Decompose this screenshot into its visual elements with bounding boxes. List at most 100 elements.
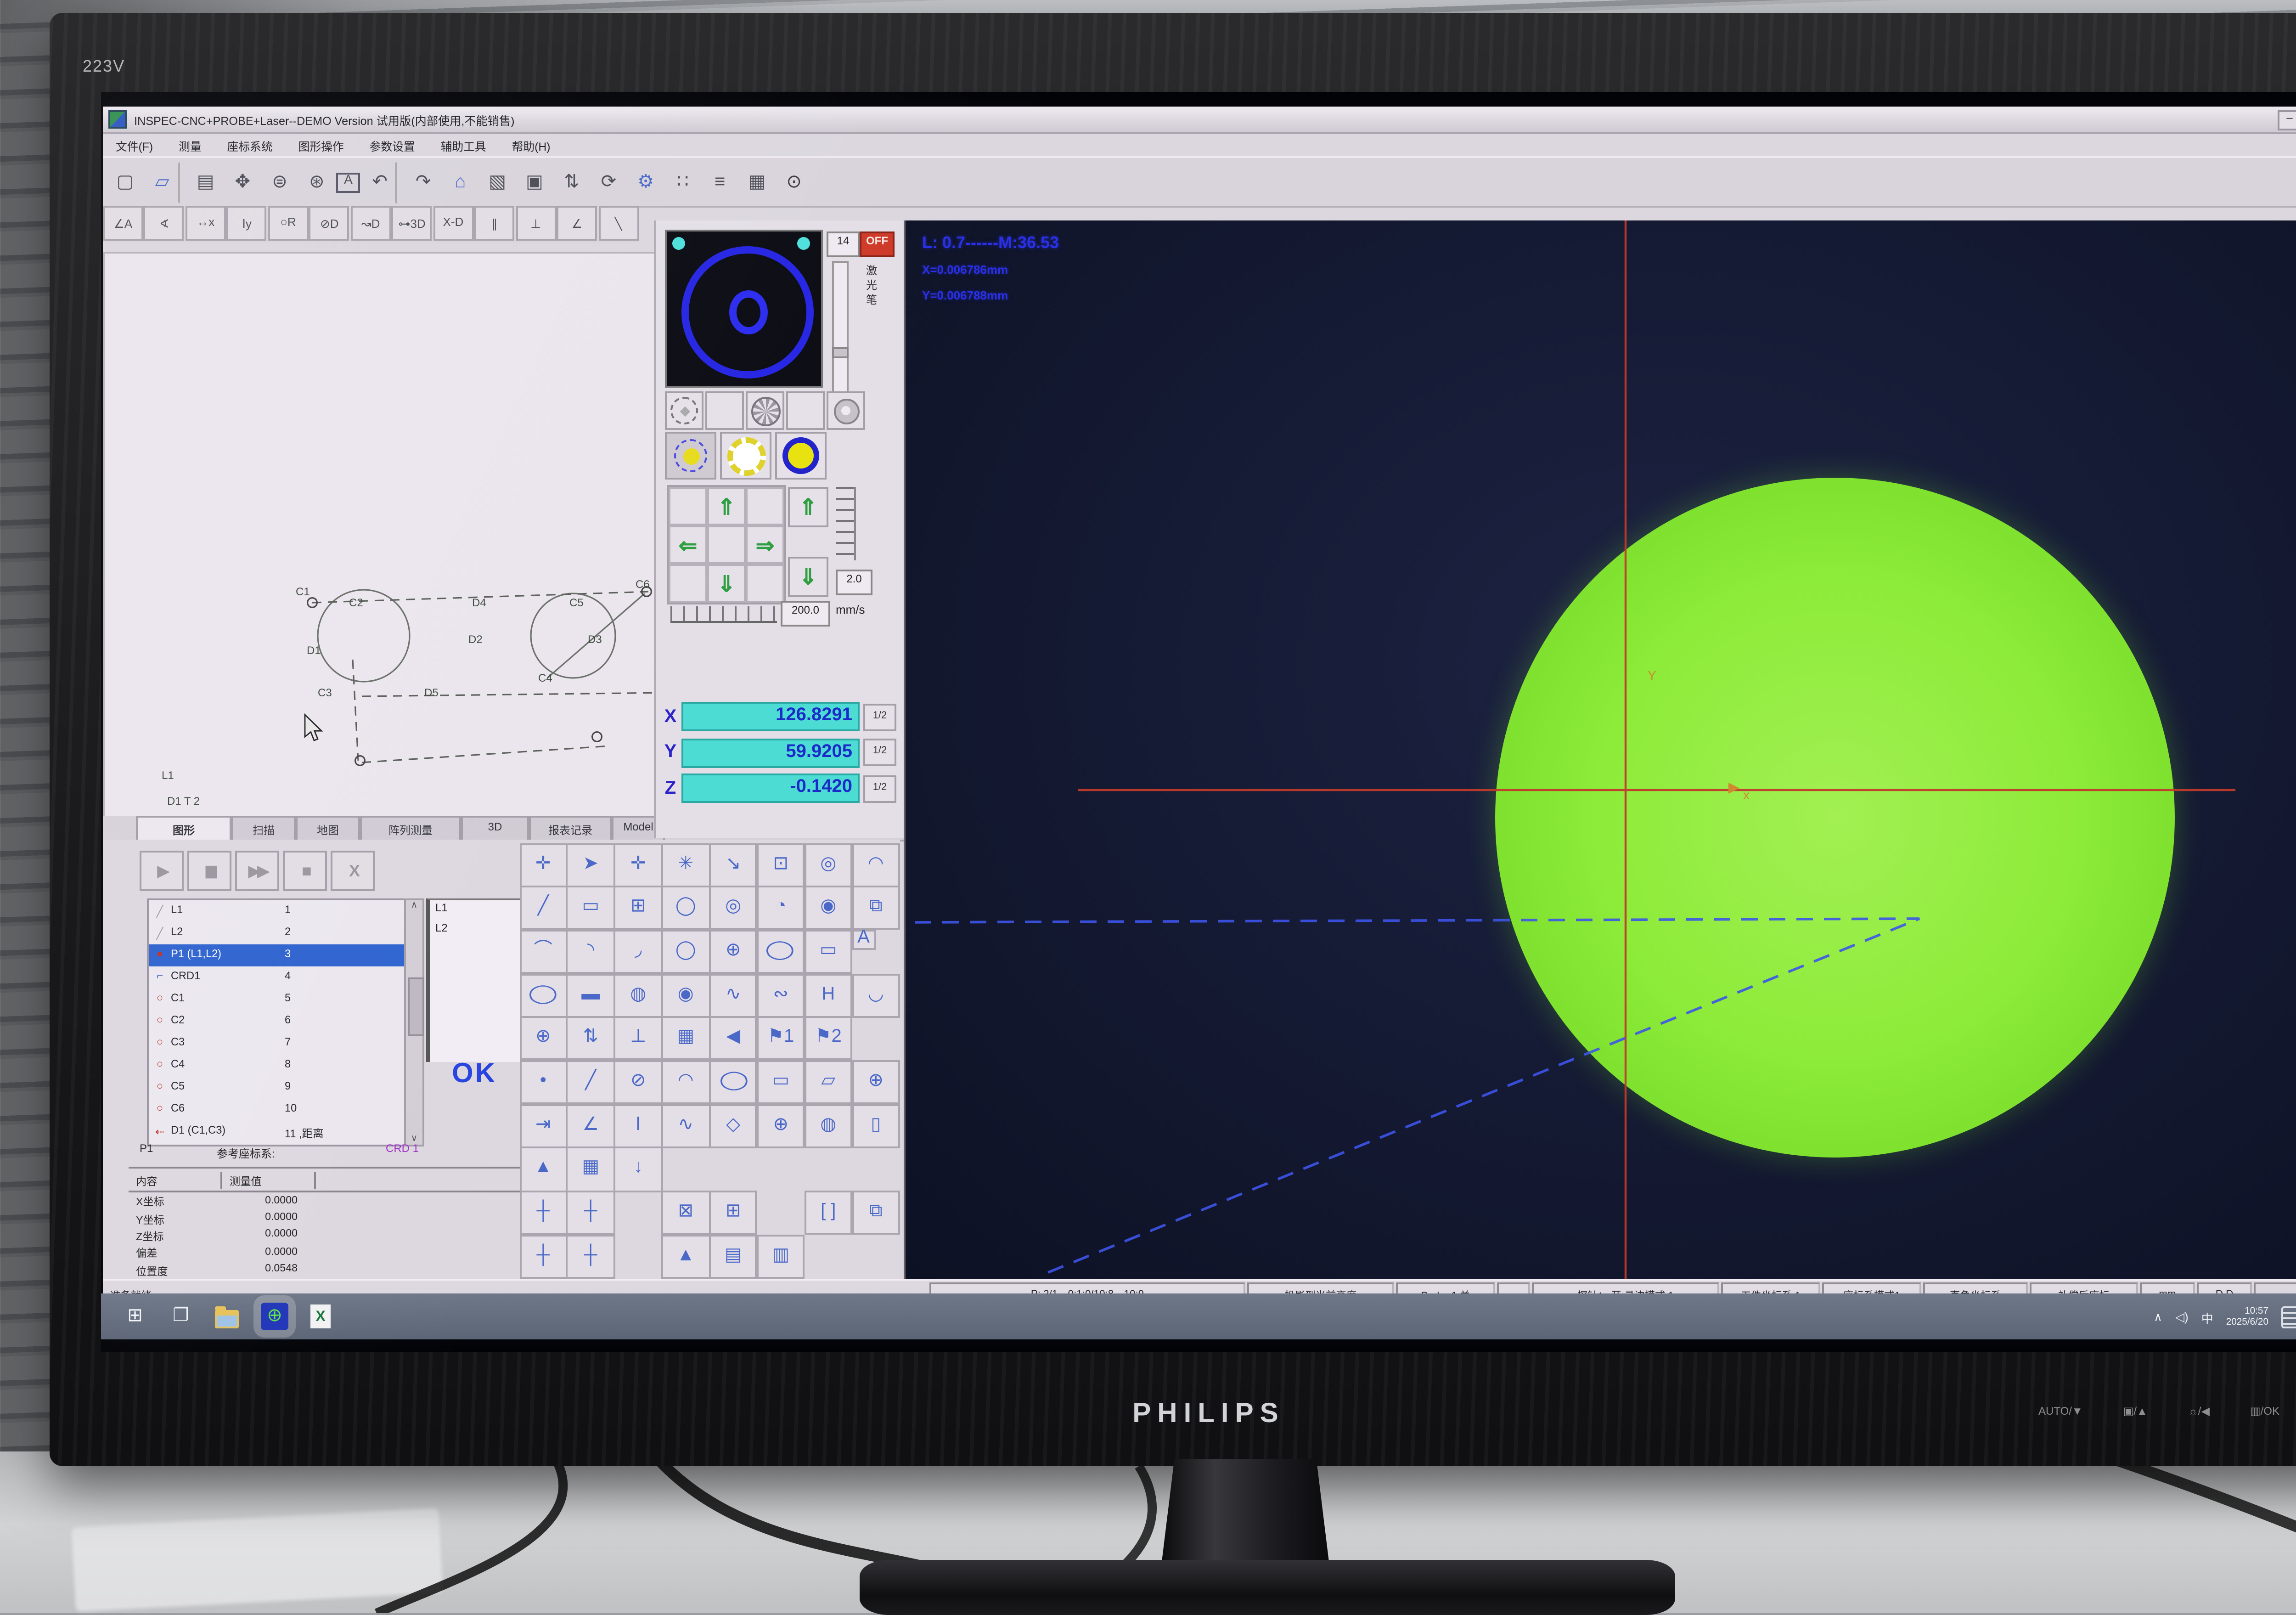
vision-view[interactable]: L: 0.7------M:36.53 X=0.006786mm Y=0.006… — [904, 220, 2296, 1279]
z-step-slider[interactable] — [836, 487, 856, 560]
measure-tool-button[interactable]: ○R — [268, 206, 309, 241]
function-button[interactable]: ◇ — [709, 1104, 758, 1148]
measure-tool-button[interactable]: X-D — [433, 206, 473, 241]
menu-item[interactable]: 辅助工具 — [428, 137, 499, 153]
task-view-button[interactable]: ❐ — [169, 1304, 193, 1328]
home-icon[interactable]: ⌂ — [443, 161, 478, 203]
function-button[interactable]: ⊡ — [757, 842, 805, 887]
function-button[interactable]: ✳ — [662, 842, 710, 887]
redo-icon[interactable]: ↷ — [406, 161, 441, 203]
P1 (L1,L2)[interactable]: ● P1 (L1,L2) 3 — [149, 944, 406, 966]
function-button[interactable]: ◠ — [852, 842, 900, 887]
function-button[interactable]: ▦ — [662, 1016, 710, 1061]
function-button[interactable]: ╱ — [519, 886, 568, 931]
scroll-down-icon[interactable]: ∨ — [406, 1134, 422, 1145]
function-button[interactable]: ┼ — [567, 1191, 615, 1235]
refresh-icon[interactable]: ⟳ — [591, 161, 626, 203]
measure-tool-button[interactable]: ⊘D — [309, 206, 349, 241]
function-button[interactable]: ⊕ — [757, 1104, 805, 1148]
measure-tool-button[interactable]: ∥ — [474, 206, 515, 241]
jog-down-button[interactable]: ⇓ — [707, 564, 746, 603]
function-button[interactable]: ▬ — [567, 973, 615, 1017]
L1[interactable]: ╱ L1 1 — [149, 900, 406, 922]
menu-item[interactable]: 座标系统 — [214, 137, 286, 153]
function-button[interactable]: ┼ — [567, 1234, 615, 1279]
image-icon[interactable]: ▣ — [517, 161, 552, 203]
function-button[interactable]: ∠ — [567, 1104, 615, 1148]
function-button[interactable]: ◎ — [804, 842, 853, 887]
tray-clock[interactable]: 10:572025/6/20 — [2226, 1305, 2268, 1327]
ring-light-icon[interactable] — [665, 391, 703, 430]
save-icon[interactable]: ▤ — [188, 161, 223, 203]
function-button[interactable]: ▱ — [804, 1060, 853, 1105]
monitor-button-label[interactable]: ▥/OK — [2250, 1406, 2279, 1418]
measure-tool-button[interactable]: ↝D — [350, 206, 391, 241]
function-button[interactable]: ⇅ — [567, 1016, 615, 1061]
speed-slider[interactable] — [670, 606, 777, 623]
function-button[interactable]: ◍ — [614, 973, 663, 1017]
function-button[interactable]: ▭ — [804, 930, 853, 974]
settings-gear-icon[interactable]: ⚙ — [628, 161, 663, 203]
function-button[interactable]: ⊞ — [614, 886, 663, 931]
view-tab[interactable]: 3D — [461, 816, 529, 840]
list-icon[interactable]: ≡ — [703, 161, 737, 203]
zoom-icon[interactable]: ⊜ — [262, 161, 297, 203]
measure-tool-button[interactable]: ⊥ — [516, 206, 556, 241]
function-button[interactable]: ◯ — [757, 930, 805, 974]
menu-item[interactable]: 图形操作 — [286, 137, 357, 153]
light-slot-icon[interactable] — [705, 391, 744, 430]
scroll-thumb[interactable] — [407, 977, 423, 1036]
monitor-button-label[interactable]: AUTO/▼ — [2038, 1406, 2083, 1417]
function-button[interactable]: ↓ — [614, 1147, 663, 1191]
function-button[interactable]: ◠ — [662, 1060, 710, 1105]
notification-icon[interactable]: 2 — [2281, 1305, 2296, 1327]
function-button[interactable]: ⧉ — [852, 1191, 900, 1235]
measure-tool-button[interactable]: ↔x — [186, 206, 226, 241]
function-button[interactable]: ◯ — [709, 1060, 758, 1105]
jog-up-button[interactable]: ⇑ — [707, 487, 746, 525]
function-button[interactable]: A — [852, 930, 876, 950]
coax-light-icon[interactable] — [827, 391, 865, 430]
function-button[interactable]: ⊕ — [709, 930, 758, 974]
function-button[interactable]: ⚑1 — [757, 1016, 805, 1061]
C2[interactable]: ○ C2 6 — [149, 1011, 406, 1033]
function-button[interactable]: ⊘ — [614, 1060, 663, 1105]
C4[interactable]: ○ C4 8 — [149, 1055, 406, 1077]
function-button[interactable]: ✛ — [519, 842, 568, 887]
function-button[interactable]: • — [519, 1060, 568, 1105]
monitor-button-label[interactable]: ☼/◀ — [2188, 1406, 2210, 1418]
open-folder-icon[interactable]: ▱ — [145, 161, 180, 203]
speed-value[interactable]: 200.0 — [781, 601, 830, 627]
z-step-value[interactable]: 2.0 — [836, 570, 872, 595]
measure-tool-button[interactable]: ∢ — [144, 206, 185, 241]
grid-icon[interactable]: ∷ — [665, 161, 700, 203]
new-file-icon[interactable]: ▢ — [107, 161, 142, 203]
segment-light-icon[interactable] — [746, 391, 784, 430]
function-button[interactable]: ◝ — [567, 930, 615, 974]
marquee-icon[interactable]: ▧ — [480, 161, 515, 203]
function-button[interactable]: ⊥ — [614, 1016, 663, 1061]
ime-indicator[interactable]: 中 — [2201, 1307, 2213, 1326]
C1[interactable]: ○ C1 5 — [149, 988, 406, 1011]
function-button[interactable]: ▲ — [519, 1147, 568, 1191]
dro-half-button[interactable]: 1/2 — [863, 703, 896, 730]
menu-item[interactable]: 帮助(H) — [499, 137, 563, 153]
function-button[interactable]: ▥ — [757, 1234, 805, 1279]
function-button[interactable]: ◡ — [852, 973, 900, 1017]
function-button[interactable]: ⇥ — [519, 1104, 568, 1148]
view-tab[interactable]: 地图 — [296, 816, 360, 840]
function-button[interactable]: H — [804, 973, 853, 1017]
function-button[interactable]: ▯ — [852, 1104, 900, 1148]
C6[interactable]: ○ C6 10 — [149, 1099, 406, 1121]
function-button[interactable]: ∿ — [709, 973, 758, 1017]
tray-chevron-icon[interactable]: ∧ — [2154, 1309, 2162, 1324]
jog-z-up-button[interactable]: ⇑ — [788, 487, 828, 527]
function-button[interactable]: ▭ — [567, 886, 615, 931]
view-tab[interactable]: 扫描 — [231, 816, 296, 840]
view-tab[interactable]: 阵列测量 — [360, 816, 461, 840]
function-button[interactable]: ✛ — [614, 842, 663, 887]
function-button[interactable]: ◉ — [662, 973, 710, 1017]
pause-button[interactable]: ▮▮ — [187, 851, 231, 891]
function-button[interactable]: ⊕ — [519, 1016, 568, 1061]
inspec-app-button[interactable]: ⊕ — [261, 1303, 288, 1330]
